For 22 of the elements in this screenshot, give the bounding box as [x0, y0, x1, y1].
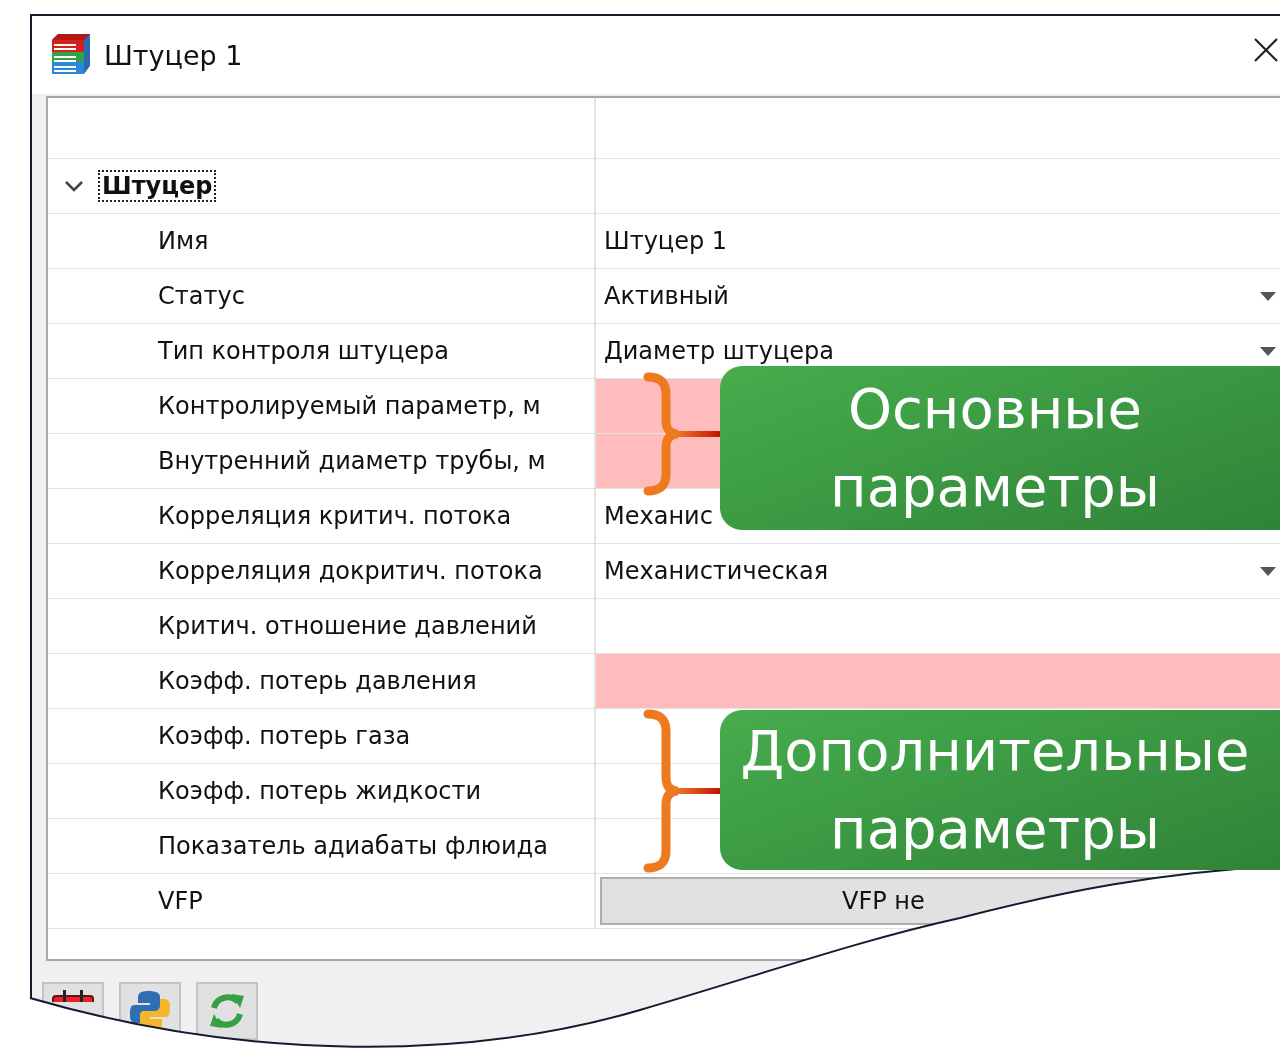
property-label: Коэфф. потерь давления: [158, 667, 477, 695]
callout: Основные параметры: [720, 366, 1280, 530]
property-label: Статус: [158, 282, 245, 310]
property-label: Показатель адиабаты флюида: [158, 832, 548, 860]
property-value: Активный: [604, 282, 729, 310]
property-label: Корреляция критич. потока: [158, 502, 512, 530]
window-title: Штуцер 1: [104, 39, 243, 71]
property-label: Коэфф. потерь газа: [158, 722, 411, 750]
property-value: Механис: [604, 502, 713, 530]
property-label: Тип контроля штуцера: [158, 337, 449, 365]
property-label: Контролируемый параметр, м: [158, 392, 541, 420]
property-label: Коэфф. потерь жидкости: [158, 777, 482, 805]
group-label: Штуцер: [98, 170, 217, 202]
callout: Дополнительные параметры: [720, 710, 1280, 870]
property-label: Внутренний диаметр трубы, м: [158, 447, 546, 475]
property-value: Механистическая: [604, 557, 829, 585]
property-label: Критич. отношение давлений: [158, 612, 537, 640]
property-value: Штуцер 1: [604, 227, 728, 255]
property-label: Имя: [158, 227, 209, 255]
property-value: Диаметр штуцера: [604, 337, 834, 365]
property-label: Корреляция докритич. потока: [158, 557, 543, 585]
property-label: VFP: [158, 887, 203, 915]
